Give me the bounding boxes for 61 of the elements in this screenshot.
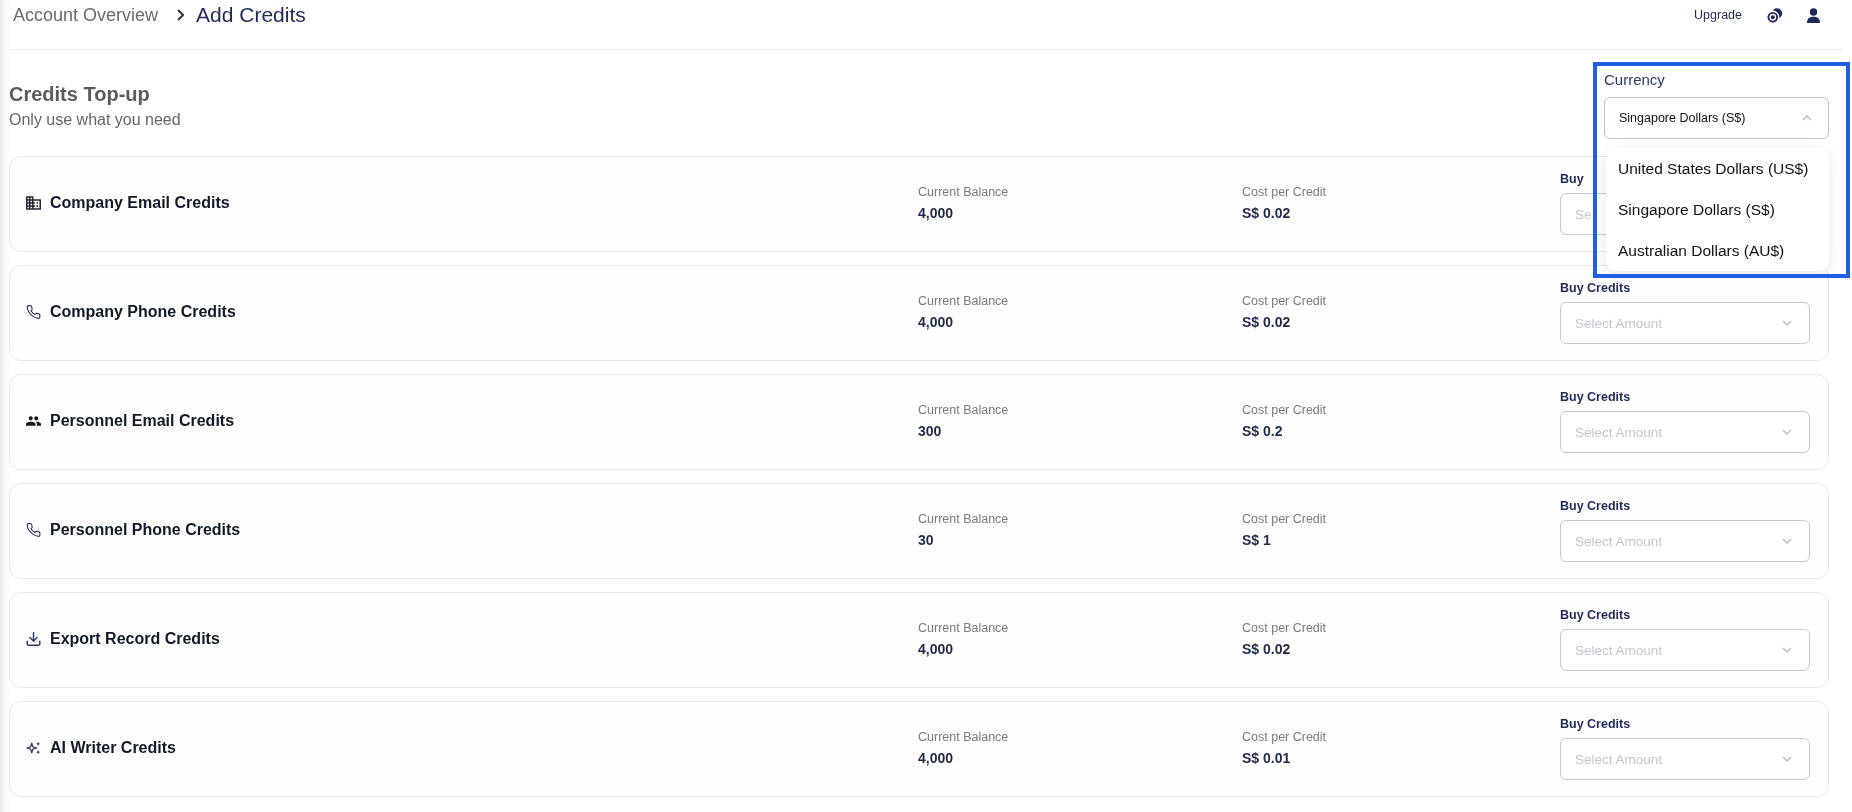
buy-label: Buy Credits [1560,607,1632,623]
phone-icon [26,523,41,537]
section-title: Credits Top-up [9,82,151,106]
balance-label: Current Balance [918,184,1010,200]
buy-label: Buy Credits [1560,389,1632,405]
cost-value: S$ 0.02 [1242,640,1292,658]
upgrade-link[interactable]: Upgrade [1694,8,1742,22]
balance-value: 30 [918,531,935,549]
cost-label: Cost per Credit [1242,293,1328,309]
download-icon [26,632,41,646]
cost-label: Cost per Credit [1242,511,1328,527]
buy-label: Buy Credits [1560,716,1632,732]
people-icon [26,414,41,428]
page-heading: Add Credits [196,3,306,27]
credit-title: Export Record Credits [50,630,220,648]
sparkles-icon [26,741,41,755]
phone-icon [26,305,41,319]
coins-icon[interactable] [1766,6,1783,24]
cost-value: S$ 0.2 [1242,422,1284,440]
cost-label: Cost per Credit [1242,620,1328,636]
credit-title: Company Phone Credits [50,303,236,321]
balance-label: Current Balance [918,729,1010,745]
currency-option[interactable]: Singapore Dollars (S$) [1606,189,1829,230]
credit-title: Personnel Phone Credits [50,521,241,539]
chevron-right-icon [177,9,185,21]
currency-option[interactable]: United States Dollars (US$) [1606,148,1829,189]
balance-label: Current Balance [918,511,1010,527]
section-subtitle: Only use what you need [9,110,181,130]
cost-value: S$ 0.02 [1242,313,1292,331]
currency-label: Currency [1604,71,1666,89]
currency-option[interactable]: Australian Dollars (AU$) [1606,230,1829,271]
user-icon[interactable] [1807,7,1820,23]
buy-label: Buy Credits [1560,498,1632,514]
building-icon [26,196,41,210]
credit-title: Personnel Email Credits [50,412,235,430]
balance-value: 4,000 [918,204,955,222]
cost-label: Cost per Credit [1242,402,1328,418]
chevron-down-icon [1782,647,1792,653]
balance-label: Current Balance [918,293,1010,309]
balance-value: 300 [918,422,943,440]
balance-label: Current Balance [918,402,1010,418]
chevron-down-icon [1782,756,1792,762]
buy-label: Buy Credits [1560,280,1632,296]
credit-title: AI Writer Credits [50,739,176,757]
balance-label: Current Balance [918,620,1010,636]
cost-value: S$ 1 [1242,531,1272,549]
chevron-up-icon [1802,115,1812,121]
chevron-down-icon [1782,320,1792,326]
cost-label: Cost per Credit [1242,184,1328,200]
balance-value: 4,000 [918,640,955,658]
balance-value: 4,000 [918,749,955,767]
buy-label: Buy [1560,171,1585,187]
chevron-down-icon [1782,538,1792,544]
cost-label: Cost per Credit [1242,729,1328,745]
currency-select[interactable]: Singapore Dollars (S$) [1604,97,1829,139]
balance-value: 4,000 [918,313,955,331]
cost-value: S$ 0.01 [1242,749,1292,767]
credit-title: Company Email Credits [50,194,230,212]
chevron-down-icon [1782,429,1792,435]
cost-value: S$ 0.02 [1242,204,1292,222]
breadcrumb-link[interactable]: Account Overview [13,4,159,26]
